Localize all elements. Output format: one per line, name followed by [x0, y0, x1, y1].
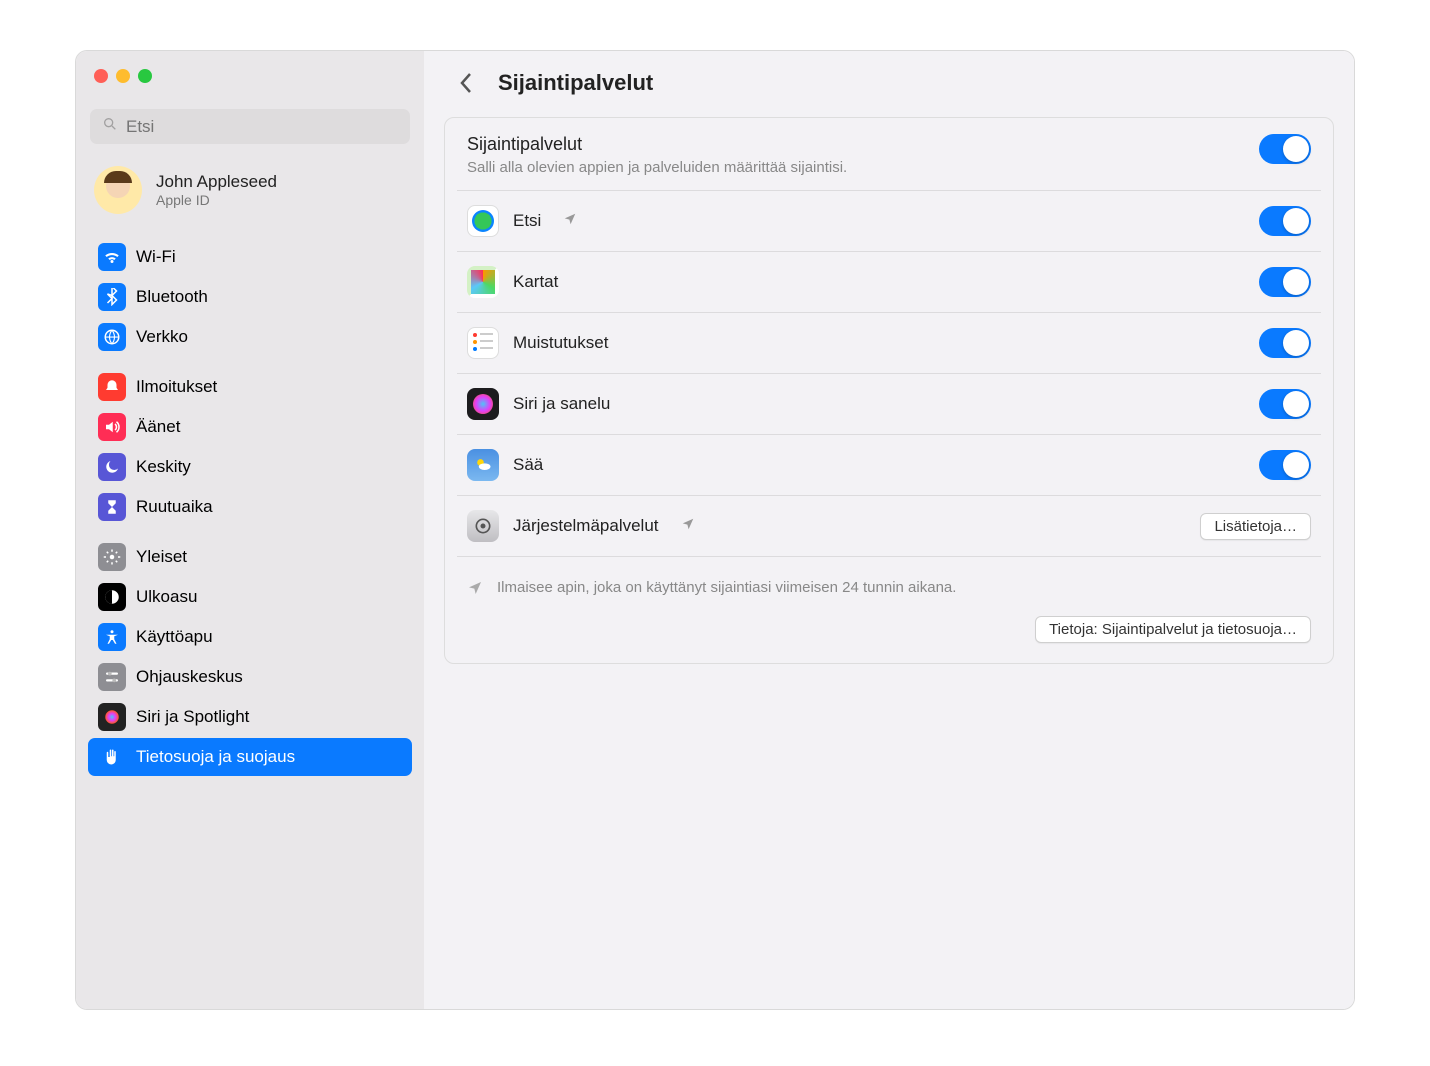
sidebar-item-label: Siri ja Spotlight: [136, 707, 249, 727]
sidebar-item-wi-fi[interactable]: Wi-Fi: [88, 238, 412, 276]
app-row-weather: Sää: [445, 435, 1333, 495]
back-button[interactable]: [452, 69, 480, 97]
sidebar-item-label: Ilmoitukset: [136, 377, 217, 397]
app-row-siriapp: Siri ja sanelu: [445, 374, 1333, 434]
hand-icon: [98, 743, 126, 771]
apple-id-profile[interactable]: John Appleseed Apple ID: [76, 154, 424, 232]
sidebar-item--net[interactable]: Äänet: [88, 408, 412, 446]
weather-icon: [467, 449, 499, 481]
siri-icon: [98, 703, 126, 731]
sidebar-item-verkko[interactable]: Verkko: [88, 318, 412, 356]
accessibility-icon: [98, 623, 126, 651]
sidebar-item-ohjauskeskus[interactable]: Ohjauskeskus: [88, 658, 412, 696]
sidebar: John Appleseed Apple ID Wi-Fi Bluetooth Ve…: [76, 51, 424, 1009]
app-toggle-weather[interactable]: [1259, 450, 1311, 480]
search-field[interactable]: [90, 109, 410, 144]
app-toggle-maps[interactable]: [1259, 267, 1311, 297]
sidebar-item-siri-ja-spotlight[interactable]: Siri ja Spotlight: [88, 698, 412, 736]
panel: Sijaintipalvelut Salli alla olevien appi…: [444, 117, 1334, 664]
app-row-reminders: Muistutukset: [445, 313, 1333, 373]
search-input[interactable]: [126, 117, 398, 137]
app-name-label: Sää: [513, 455, 543, 475]
location-arrow-icon: [681, 517, 695, 536]
sidebar-item-label: Äänet: [136, 417, 180, 437]
sidebar-item-ilmoitukset[interactable]: Ilmoitukset: [88, 368, 412, 406]
minimize-window-button[interactable]: [116, 69, 130, 83]
app-name-label: Muistutukset: [513, 333, 608, 353]
app-row-maps: Kartat: [445, 252, 1333, 312]
sidebar-item-label: Verkko: [136, 327, 188, 347]
footer-note: Ilmaisee apin, joka on käyttänyt sijaint…: [445, 557, 1333, 608]
master-toggle-row: Sijaintipalvelut Salli alla olevien appi…: [445, 118, 1333, 190]
sidebar-item-tietosuoja-ja-suojaus[interactable]: Tietosuoja ja suojaus: [88, 738, 412, 776]
location-arrow-icon: [563, 212, 577, 231]
bluetooth-icon: [98, 283, 126, 311]
sidebar-item-keskity[interactable]: Keskity: [88, 448, 412, 486]
maps-icon: [467, 266, 499, 298]
bell-icon: [98, 373, 126, 401]
appearance-icon: [98, 583, 126, 611]
section-desc: Salli alla olevien appien ja palveluiden…: [467, 159, 847, 176]
details-button[interactable]: Lisätietoja…: [1200, 513, 1311, 540]
app-toggle-reminders[interactable]: [1259, 328, 1311, 358]
window-controls: [76, 51, 424, 93]
findmy-icon: [467, 205, 499, 237]
app-name-label: Kartat: [513, 272, 558, 292]
app-name-label: Etsi: [513, 211, 541, 231]
sidebar-item-label: Ruutuaika: [136, 497, 213, 517]
wifi-icon: [98, 243, 126, 271]
sidebar-item-k-ytt-apu[interactable]: Käyttöapu: [88, 618, 412, 656]
footer-note-text: Ilmaisee apin, joka on käyttänyt sijaint…: [497, 579, 956, 596]
sidebar-item-label: Ulkoasu: [136, 587, 197, 607]
system-services-row: Järjestelmäpalvelut Lisätietoja…: [445, 496, 1333, 556]
system-services-icon: [467, 510, 499, 542]
location-services-toggle[interactable]: [1259, 134, 1311, 164]
settings-window: John Appleseed Apple ID Wi-Fi Bluetooth Ve…: [75, 50, 1355, 1010]
sidebar-item-ruutuaika[interactable]: Ruutuaika: [88, 488, 412, 526]
sliders-icon: [98, 663, 126, 691]
sidebar-item-label: Bluetooth: [136, 287, 208, 307]
sidebar-item-label: Tietosuoja ja suojaus: [136, 747, 295, 767]
sidebar-item-label: Käyttöapu: [136, 627, 213, 647]
gear-icon: [98, 543, 126, 571]
about-button[interactable]: Tietoja: Sijaintipalvelut ja tietosuoja…: [1035, 616, 1311, 643]
section-title: Sijaintipalvelut: [467, 134, 847, 155]
sidebar-item-label: Keskity: [136, 457, 191, 477]
avatar: [94, 166, 142, 214]
sidebar-item-yleiset[interactable]: Yleiset: [88, 538, 412, 576]
app-name-label: Siri ja sanelu: [513, 394, 610, 414]
location-arrow-icon: [467, 580, 483, 596]
sidebar-item-label: Ohjauskeskus: [136, 667, 243, 687]
app-toggle-findmy[interactable]: [1259, 206, 1311, 236]
hourglass-icon: [98, 493, 126, 521]
sidebar-item-bluetooth[interactable]: Bluetooth: [88, 278, 412, 316]
profile-subtitle: Apple ID: [156, 192, 277, 208]
system-services-label: Järjestelmäpalvelut: [513, 516, 659, 536]
sidebar-item-label: Yleiset: [136, 547, 187, 567]
close-window-button[interactable]: [94, 69, 108, 83]
search-icon: [102, 116, 118, 137]
moon-icon: [98, 453, 126, 481]
profile-name: John Appleseed: [156, 172, 277, 192]
header: Sijaintipalvelut: [424, 51, 1354, 109]
speaker-icon: [98, 413, 126, 441]
app-toggle-siriapp[interactable]: [1259, 389, 1311, 419]
page-title: Sijaintipalvelut: [498, 70, 653, 96]
fullscreen-window-button[interactable]: [138, 69, 152, 83]
siriapp-icon: [467, 388, 499, 420]
sidebar-item-label: Wi-Fi: [136, 247, 176, 267]
main-content: Sijaintipalvelut Sijaintipalvelut Salli …: [424, 51, 1354, 1009]
sidebar-item-ulkoasu[interactable]: Ulkoasu: [88, 578, 412, 616]
reminders-icon: [467, 327, 499, 359]
app-row-findmy: Etsi: [445, 191, 1333, 251]
globe-icon: [98, 323, 126, 351]
